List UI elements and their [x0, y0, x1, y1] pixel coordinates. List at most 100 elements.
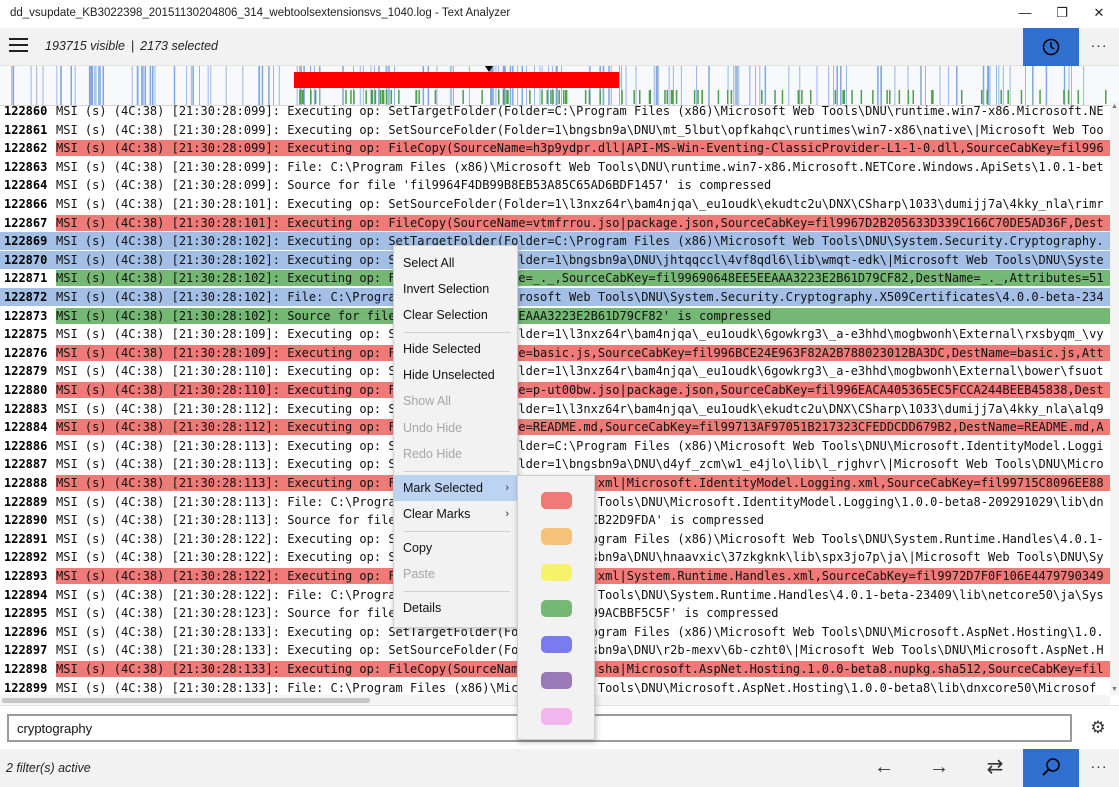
log-row[interactable]: 122861 MSI (s) (4C:38) [21:30:28:099]: Ex… — [0, 121, 1110, 139]
row-text: MSI (s) (4C:38) [21:30:28:109]: Executin… — [56, 327, 1104, 342]
mark-color-purple[interactable] — [541, 672, 572, 689]
previous-match-button[interactable]: ← — [860, 749, 908, 787]
row-text: MSI (s) (4C:38) [21:30:28:099]: Executin… — [56, 104, 1104, 118]
log-row[interactable]: 122886 MSI (s) (4C:38) [21:30:28:113]: Ex… — [0, 437, 1110, 455]
visible-count: 193715 visible — [45, 39, 125, 53]
menu-clear-marks[interactable]: Clear Marks › — [394, 501, 517, 527]
log-row[interactable]: 122864 MSI (s) (4C:38) [21:30:28:099]: So… — [0, 176, 1110, 194]
next-match-button[interactable]: → — [915, 749, 963, 787]
menu-mark-selected[interactable]: Mark Selected › — [394, 475, 517, 501]
close-button[interactable]: ✕ — [1079, 0, 1119, 28]
status-separator: | — [130, 39, 135, 53]
row-line-number: 122890 — [4, 513, 48, 528]
row-line-number: 122897 — [4, 643, 48, 658]
row-line-number: 122861 — [4, 122, 48, 137]
row-line-number: 122883 — [4, 401, 48, 416]
row-line-number: 122884 — [4, 420, 48, 435]
search-button[interactable] — [1023, 749, 1079, 787]
row-line-number: 122899 — [4, 680, 48, 695]
menu-hide-unselected[interactable]: Hide Unselected — [394, 362, 517, 388]
restore-button[interactable]: ❐ — [1042, 0, 1082, 28]
row-line-number: 122896 — [4, 624, 48, 639]
menu-select-all[interactable]: Select All — [394, 250, 517, 276]
row-line-number: 122872 — [4, 290, 48, 304]
menu-clear-selection[interactable]: Clear Selection — [394, 302, 517, 328]
log-row[interactable]: 122869 MSI (s) (4C:38) [21:30:28:102]: Ex… — [0, 232, 1110, 251]
scroll-up-icon[interactable]: ▲ — [1110, 102, 1119, 112]
log-row[interactable]: 122880 MSI (s) (4C:38) [21:30:28:110]: Ex… — [0, 381, 1110, 399]
row-text: MSI (s) (4C:38) [21:30:28:099]: File: C:… — [56, 159, 1104, 174]
log-row[interactable]: 122873 MSI (s) (4C:38) [21:30:28:102]: So… — [0, 307, 1110, 325]
menu-copy[interactable]: Copy — [394, 535, 517, 561]
mark-color-blue[interactable] — [541, 636, 572, 653]
mark-color-green[interactable] — [541, 600, 572, 617]
mark-color-orange[interactable] — [541, 528, 572, 545]
menu-separator — [404, 591, 510, 592]
selected-count: 2173 selected — [140, 39, 219, 53]
log-row[interactable]: 122867 MSI (s) (4C:38) [21:30:28:101]: Ex… — [0, 214, 1110, 232]
selection-status: 193715 visible | 2173 selected — [45, 39, 218, 53]
row-line-number: 122886 — [4, 438, 48, 453]
log-row[interactable]: 122883 MSI (s) (4C:38) [21:30:28:112]: Ex… — [0, 400, 1110, 418]
row-line-number: 122860 — [4, 104, 48, 118]
menu-hide-selected[interactable]: Hide Selected — [394, 336, 517, 362]
header-bar: 193715 visible | 2173 selected ··· — [0, 28, 1119, 66]
timeline-toggle-button[interactable] — [1023, 28, 1079, 66]
row-line-number: 122895 — [4, 606, 48, 621]
row-text: MSI (s) (4C:38) [21:30:28:101]: Executin… — [56, 197, 1104, 211]
log-row[interactable]: 122871 MSI (s) (4C:38) [21:30:28:102]: Ex… — [0, 269, 1110, 287]
log-row[interactable]: 122884 MSI (s) (4C:38) [21:30:28:112]: Ex… — [0, 418, 1110, 436]
mark-color-red[interactable] — [541, 492, 572, 509]
row-line-number: 122891 — [4, 531, 48, 546]
log-row[interactable]: 122875 MSI (s) (4C:38) [21:30:28:109]: Ex… — [0, 325, 1110, 343]
mark-color-yellow[interactable] — [541, 564, 572, 581]
menu-invert-selection[interactable]: Invert Selection — [394, 276, 517, 302]
horizontal-scroll-thumb[interactable] — [2, 698, 370, 703]
row-text: MSI (s) (4C:38) [21:30:28:110]: Executin… — [56, 364, 1104, 379]
row-line-number: 122887 — [4, 457, 48, 472]
log-row[interactable]: 122876 MSI (s) (4C:38) [21:30:28:109]: Ex… — [0, 344, 1110, 362]
log-row[interactable]: 122870 MSI (s) (4C:38) [21:30:28:102]: Ex… — [0, 250, 1110, 269]
minimize-button[interactable]: — — [1005, 0, 1045, 28]
mark-color-pink[interactable] — [541, 708, 572, 725]
menu-undo-hide: Undo Hide — [403, 421, 463, 435]
row-text: MSI (s) (4C:38) [21:30:28:102]: Executin… — [56, 271, 1104, 286]
gear-icon[interactable]: ⚙ — [1083, 715, 1113, 741]
row-line-number: 122879 — [4, 364, 48, 379]
log-row[interactable]: 122887 MSI (s) (4C:38) [21:30:28:113]: Ex… — [0, 455, 1110, 473]
overview-canvas — [11, 66, 1107, 105]
scroll-down-icon[interactable]: ▼ — [1110, 685, 1119, 695]
log-row[interactable]: 122879 MSI (s) (4C:38) [21:30:28:110]: Ex… — [0, 362, 1110, 380]
row-text: MSI (s) (4C:38) [21:30:28:102]: File: C:… — [56, 290, 1104, 304]
log-row[interactable]: 122860 MSI (s) (4C:38) [21:30:28:099]: Ex… — [0, 102, 1110, 120]
arrow-left-icon: ← — [874, 756, 894, 778]
swap-arrows-icon: ⇄ — [986, 756, 1004, 778]
menu-separator — [404, 332, 510, 333]
row-text: MSI (s) (4C:38) [21:30:28:112]: Executin… — [56, 420, 1104, 435]
hamburger-menu-icon[interactable] — [9, 38, 29, 56]
menu-details[interactable]: Details — [394, 595, 517, 621]
window-title: dd_vsupdate_KB3022398_20151130204806_314… — [10, 7, 511, 19]
menu-redo-hide: Redo Hide — [403, 447, 463, 461]
row-line-number: 122894 — [4, 587, 48, 602]
swap-button[interactable]: ⇄ — [971, 749, 1019, 787]
log-row[interactable]: 122863 MSI (s) (4C:38) [21:30:28:099]: Fi… — [0, 158, 1110, 176]
log-row[interactable]: 122862 MSI (s) (4C:38) [21:30:28:099]: Ex… — [0, 139, 1110, 157]
log-overview-minimap[interactable] — [0, 66, 1119, 106]
row-line-number: 122875 — [4, 327, 48, 342]
row-line-number: 122873 — [4, 308, 48, 323]
row-text: MSI (s) (4C:38) [21:30:28:101]: Executin… — [56, 215, 1104, 230]
more-options-button[interactable]: ··· — [1079, 28, 1119, 66]
row-text: MSI (s) (4C:38) [21:30:28:099]: Executin… — [56, 122, 1104, 137]
chevron-right-icon: › — [505, 482, 509, 494]
row-text: MSI (s) (4C:38) [21:30:28:099]: Source f… — [56, 178, 772, 193]
log-row[interactable]: 122872 MSI (s) (4C:38) [21:30:28:102]: Fi… — [0, 288, 1110, 306]
clock-icon — [1042, 38, 1060, 56]
row-line-number: 122889 — [4, 494, 48, 509]
vertical-scrollbar[interactable]: ▲ ▼ — [1110, 102, 1119, 695]
more-options-bottom-button[interactable]: ··· — [1079, 749, 1119, 787]
row-text: MSI (s) (4C:38) [21:30:28:113]: Executin… — [56, 457, 1104, 472]
row-line-number: 122892 — [4, 550, 48, 565]
log-row[interactable]: 122866 MSI (s) (4C:38) [21:30:28:101]: Ex… — [0, 195, 1110, 213]
bottom-bar: 2 filter(s) active ← → ⇄ ··· — [0, 749, 1119, 787]
